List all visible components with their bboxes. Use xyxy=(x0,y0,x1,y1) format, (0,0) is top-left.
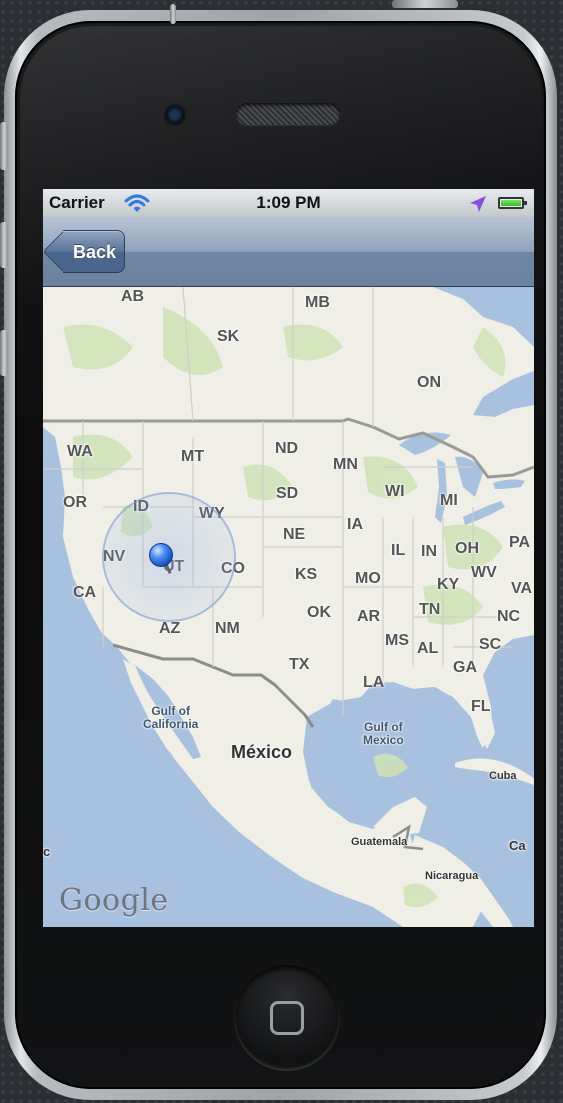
map-label-on: ON xyxy=(417,374,441,391)
pin-head xyxy=(149,543,173,567)
map-label-va: VA xyxy=(511,580,533,597)
map-label-nd: ND xyxy=(275,440,299,457)
home-button[interactable] xyxy=(234,965,340,1071)
map-label-west-edge: c xyxy=(43,844,51,859)
map-label-nc: NC xyxy=(497,608,521,625)
map-pin-icon[interactable] xyxy=(149,543,173,575)
map-label-ne: NE xyxy=(283,526,306,543)
map-label-la: LA xyxy=(363,674,385,691)
clock: 1:09 PM xyxy=(256,193,321,212)
map-label-nm: NM xyxy=(215,620,240,637)
map-label-sc: SC xyxy=(479,636,502,653)
map-label-mi: MI xyxy=(440,492,458,509)
map-label-gulf-of-california: Gulf of California xyxy=(143,705,198,730)
volume-up-button[interactable] xyxy=(0,222,8,268)
map-label-nicaragua: Nicaragua xyxy=(425,870,479,882)
map-label-mt: MT xyxy=(181,448,205,465)
map-label-ga: GA xyxy=(453,659,477,676)
gulf-of-california-text: Gulf of California xyxy=(143,704,199,731)
map-label-fl: FL xyxy=(471,698,491,715)
map-label-wi: WI xyxy=(385,483,405,500)
top-edge-mark xyxy=(170,4,176,24)
gulf-of-mexico-text: Gulf of Mexico xyxy=(363,720,404,747)
map-label-ia: IA xyxy=(347,516,363,533)
map-label-tn: TN xyxy=(419,601,441,618)
battery-level-fill xyxy=(501,200,521,206)
sleep-button[interactable] xyxy=(392,0,458,8)
map-label-guatemala: Guatemala xyxy=(351,836,408,848)
back-button[interactable]: Back xyxy=(63,230,125,273)
map-base xyxy=(43,287,534,927)
screen: Carrier 1:09 PM Back AB MB SK ON WA MT N… xyxy=(43,189,534,927)
battery-icon xyxy=(498,197,527,209)
location-arrow-icon xyxy=(470,196,486,212)
navigation-bar: Back xyxy=(43,217,534,287)
map-label-in: IN xyxy=(421,543,437,560)
map-label-ar: AR xyxy=(357,608,381,625)
earpiece-speaker xyxy=(236,103,340,125)
map-label-sk: SK xyxy=(217,328,240,345)
mute-switch[interactable] xyxy=(0,122,8,170)
map-label-ca: CA xyxy=(73,584,97,601)
map-label-mn: MN xyxy=(333,456,358,473)
map-label-az: AZ xyxy=(159,620,181,637)
map-label-gulf-of-mexico: Gulf of Mexico xyxy=(363,721,404,746)
status-bar: Carrier 1:09 PM xyxy=(43,189,534,217)
google-logo: Google xyxy=(59,883,169,918)
map-label-wa: WA xyxy=(67,443,93,460)
map-label-mo: MO xyxy=(355,570,381,587)
map-label-oh: OH xyxy=(455,540,479,557)
map-label-sd: SD xyxy=(276,485,299,502)
map-label-ok: OK xyxy=(307,604,331,621)
map-label-or: OR xyxy=(63,494,87,511)
map-label-ab: AB xyxy=(121,288,145,305)
map-label-mexico: México xyxy=(231,742,293,762)
map-label-mb: MB xyxy=(305,294,330,311)
map-view[interactable]: AB MB SK ON WA MT ND MN OR ID WY SD WI M… xyxy=(43,287,534,927)
front-camera xyxy=(164,104,188,128)
map-label-ky: KY xyxy=(437,576,460,593)
map-label-il: IL xyxy=(391,542,406,559)
volume-down-button[interactable] xyxy=(0,330,8,376)
map-label-wv: WV xyxy=(471,564,497,581)
map-label-ks: KS xyxy=(295,566,318,583)
map-label-pa: PA xyxy=(509,534,531,551)
home-square-icon xyxy=(270,1001,304,1035)
map-label-cuba: Cuba xyxy=(489,770,517,782)
map-label-ms: MS xyxy=(385,632,409,649)
map-label-tx: TX xyxy=(289,656,310,673)
map-label-al: AL xyxy=(417,640,439,657)
map-label-caribbean-edge: Ca xyxy=(509,838,526,853)
